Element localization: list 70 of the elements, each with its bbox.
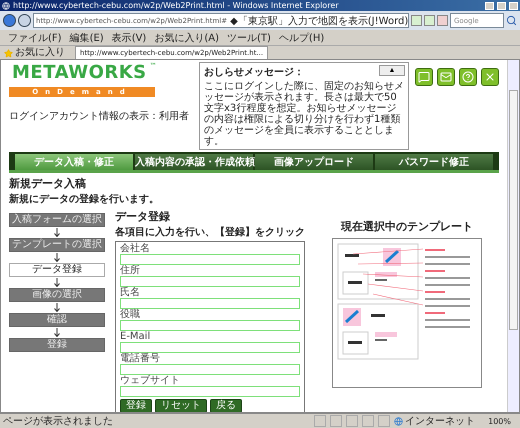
logo-text: METAWORKS xyxy=(12,62,147,83)
scrollbar[interactable] xyxy=(507,60,519,412)
step-item: データ登録 xyxy=(9,263,105,277)
input-field[interactable] xyxy=(120,254,300,265)
field-label: 氏名 xyxy=(120,287,141,298)
field-label: 会社名 xyxy=(120,243,151,254)
menu-item[interactable]: 表示(V) xyxy=(112,30,146,44)
input-field[interactable] xyxy=(120,342,300,353)
field-label: 電話番号 xyxy=(120,353,161,364)
nav-tab[interactable]: 画像アップロード xyxy=(255,154,373,170)
account-info: ログインアカウント情報の表示：利用者 xyxy=(9,111,189,123)
star-icon xyxy=(4,48,13,58)
arrow-icon xyxy=(54,278,60,287)
zoom-level[interactable]: 100% xyxy=(488,416,517,426)
help-icon[interactable] xyxy=(459,68,477,86)
close-icon[interactable] xyxy=(481,68,499,86)
menu-item[interactable]: ツール(T) xyxy=(227,30,271,44)
notice-title: おしらせメッセージ： xyxy=(204,66,305,79)
back-button[interactable] xyxy=(3,14,16,27)
maximize-button[interactable] xyxy=(497,2,506,10)
menu-item[interactable]: 編集(E) xyxy=(70,30,104,44)
menu-item[interactable]: お気に入り(A) xyxy=(154,30,219,44)
step-item: 確認 xyxy=(9,313,105,327)
arrow-icon xyxy=(54,303,60,312)
window-title: http://www.cybertech-cebu.com/w2p/Web2Print.html - Windows Internet Explorer xyxy=(13,1,340,10)
form-instruction: 各項目に入力を行い、【登録】をクリック xyxy=(115,226,305,239)
form-title: データ登録 xyxy=(115,209,171,224)
field-label: 住所 xyxy=(120,265,141,276)
close-button[interactable] xyxy=(509,2,518,10)
input-field[interactable] xyxy=(120,386,300,397)
input-field[interactable] xyxy=(120,320,300,331)
minimize-button[interactable] xyxy=(485,2,494,10)
menu-item[interactable]: ファイル(F) xyxy=(8,30,62,44)
status-pane xyxy=(314,415,326,427)
field-label: ウェブサイト xyxy=(120,375,181,386)
mail-icon[interactable] xyxy=(437,68,455,86)
forward-button[interactable] xyxy=(18,14,31,27)
status-text: ページが表示されました xyxy=(3,414,114,428)
arrow-icon xyxy=(54,328,60,337)
nav-tab[interactable]: パスワード修正 xyxy=(375,154,493,170)
search-icon[interactable] xyxy=(506,15,517,26)
step-item: 登録 xyxy=(9,338,105,352)
chat-icon[interactable] xyxy=(415,68,433,86)
field-label: 役職 xyxy=(120,309,141,320)
status-pane xyxy=(330,415,342,427)
form-button[interactable]: 戻る xyxy=(210,399,242,412)
arrow-icon xyxy=(54,253,60,262)
page-title: 新規データ入稿 xyxy=(9,176,87,191)
form-button[interactable]: 登録 xyxy=(120,399,152,412)
page-description: 新規にデータの登録を行います。 xyxy=(9,192,160,206)
input-field[interactable] xyxy=(120,364,300,375)
nav-tab[interactable]: 入稿内容の承認・作成依頼 xyxy=(135,154,253,170)
notice-text: ここにログインした際に、固定のお知らせメッセージが表示されます。長さは最大で50文字x3行程度を想定。お知らせメッセージの内容は権限による切り分けを行わず1種類のメッセージを全員に表示することとします。 xyxy=(204,81,404,147)
status-pane xyxy=(346,415,358,427)
input-field[interactable] xyxy=(120,276,300,287)
form-button[interactable]: リセット xyxy=(155,399,207,412)
globe-icon xyxy=(394,416,404,426)
step-item: 入稿フォームの選択 xyxy=(9,213,105,227)
status-pane xyxy=(362,415,374,427)
arrow-icon xyxy=(54,228,60,237)
menu-item[interactable]: ヘルプ(H) xyxy=(278,30,324,44)
input-field[interactable] xyxy=(120,298,300,309)
template-title: 現在選択中のテンプレート xyxy=(341,219,473,234)
step-item: 画像の選択 xyxy=(9,288,105,302)
favorites-button[interactable]: お気に入り xyxy=(4,47,65,59)
scroll-thumb[interactable] xyxy=(509,90,518,330)
field-label: E-Mail xyxy=(120,331,152,342)
status-pane xyxy=(378,415,390,427)
step-item: テンプレートの選択 xyxy=(9,238,105,252)
zone-label: インターネット xyxy=(394,414,484,428)
